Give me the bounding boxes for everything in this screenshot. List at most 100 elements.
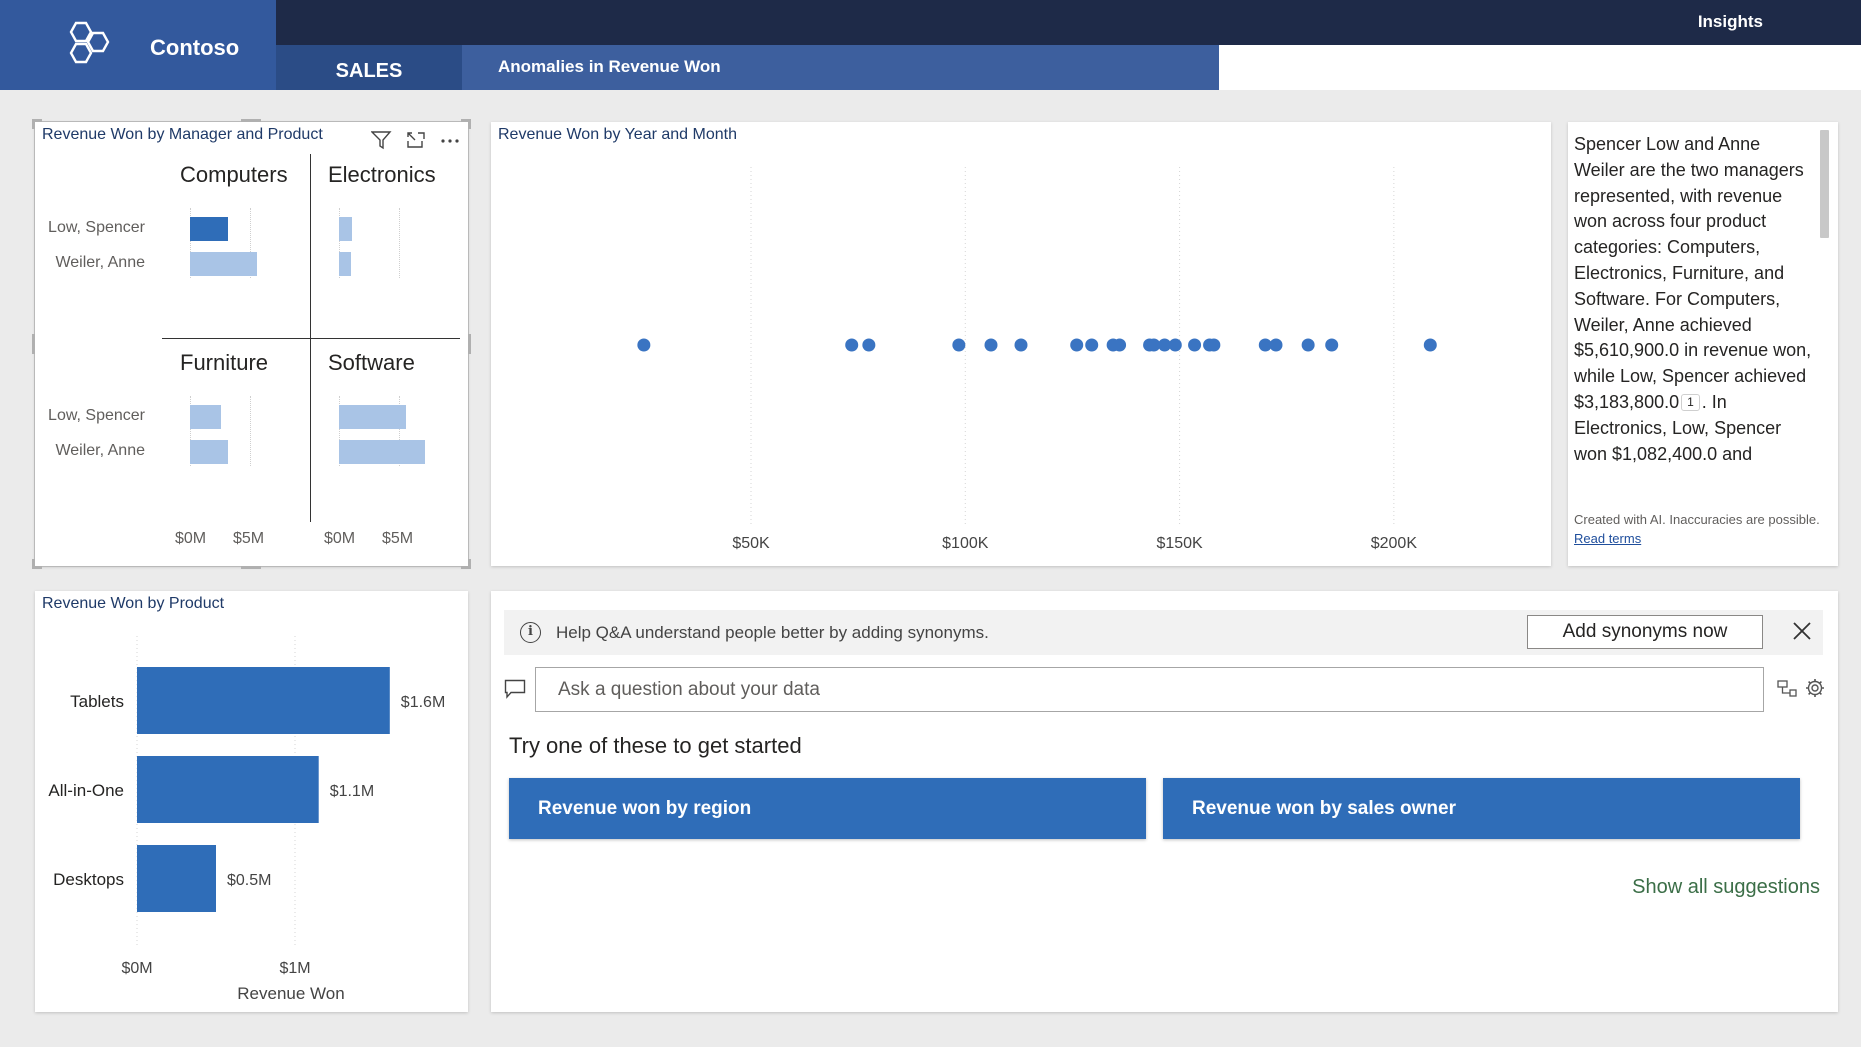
panel-title: Furniture bbox=[180, 350, 269, 375]
contoso-logo-icon bbox=[69, 21, 110, 64]
x-tick-label: $1M bbox=[279, 960, 310, 977]
more-options-icon[interactable] bbox=[438, 129, 462, 151]
data-point[interactable] bbox=[1325, 338, 1339, 352]
x-tick-label: $100K bbox=[942, 535, 989, 552]
resize-handle[interactable] bbox=[468, 119, 471, 129]
gear-icon[interactable] bbox=[1803, 677, 1827, 699]
info-icon: i bbox=[520, 622, 541, 643]
resize-handle[interactable] bbox=[32, 559, 35, 569]
data-point[interactable] bbox=[1014, 338, 1028, 352]
data-point[interactable] bbox=[984, 338, 998, 352]
data-point[interactable] bbox=[1168, 338, 1182, 352]
panel-title: Software bbox=[328, 350, 415, 375]
read-terms-link[interactable]: Read terms bbox=[1574, 531, 1641, 546]
narrative-text: Spencer Low and Anne Weiler are the two … bbox=[1574, 132, 1814, 492]
banner-text: Help Q&A understand people better by add… bbox=[556, 623, 989, 642]
gridline bbox=[250, 396, 251, 466]
manager-label: Low, Spencer bbox=[48, 407, 145, 424]
try-suggestions-title: Try one of these to get started bbox=[509, 733, 802, 758]
bar[interactable] bbox=[190, 252, 258, 276]
data-point[interactable] bbox=[1301, 338, 1315, 352]
suggestion-button[interactable]: Revenue won by sales owner bbox=[1163, 778, 1800, 839]
resize-handle[interactable] bbox=[468, 559, 471, 569]
axis-tick-label: $0M bbox=[324, 530, 356, 547]
insights-link[interactable]: Insights bbox=[1698, 12, 1763, 32]
reference-badge[interactable]: 1 bbox=[1681, 393, 1700, 411]
bar[interactable] bbox=[190, 217, 229, 241]
x-tick-label: $50K bbox=[732, 535, 770, 552]
axis-tick-label: $0M bbox=[175, 530, 207, 547]
category-label: Tablets bbox=[70, 692, 124, 711]
focus-mode-icon[interactable] bbox=[404, 129, 428, 151]
manager-label: Weiler, Anne bbox=[55, 254, 145, 271]
gridline bbox=[399, 208, 400, 278]
panel-title: Electronics bbox=[328, 162, 436, 187]
resize-handle[interactable] bbox=[32, 334, 35, 354]
tab-sales[interactable]: SALES bbox=[276, 45, 462, 90]
visual-header-tools bbox=[370, 129, 462, 151]
ai-disclaimer-text: Created with AI. Inaccuracies are possib… bbox=[1574, 512, 1820, 527]
add-synonyms-button[interactable]: Add synonyms now bbox=[1527, 615, 1763, 649]
visual-title: Revenue Won by Manager and Product bbox=[42, 126, 323, 143]
qa-question-input[interactable] bbox=[535, 667, 1764, 712]
visual-qa: i Help Q&A understand people better by a… bbox=[491, 591, 1838, 1012]
visual-revenue-by-year-month[interactable]: Revenue Won by Year and Month $50K $100K $… bbox=[491, 122, 1551, 566]
data-point[interactable] bbox=[1070, 338, 1084, 352]
data-point[interactable] bbox=[1423, 338, 1437, 352]
chat-icon bbox=[504, 679, 526, 699]
filter-icon[interactable] bbox=[370, 129, 394, 151]
data-point[interactable] bbox=[1207, 338, 1221, 352]
bar[interactable] bbox=[137, 845, 216, 912]
ai-disclaimer: Created with AI. Inaccuracies are possib… bbox=[1574, 510, 1824, 548]
manager-label: Weiler, Anne bbox=[55, 442, 145, 459]
tab-bar-empty-area bbox=[1219, 45, 1861, 90]
visual-smart-narrative[interactable]: Spencer Low and Anne Weiler are the two … bbox=[1568, 122, 1838, 566]
suggestion-button[interactable]: Revenue won by region bbox=[509, 778, 1146, 839]
bar[interactable] bbox=[339, 440, 426, 464]
resize-handle[interactable] bbox=[241, 119, 261, 122]
x-tick-label: $0M bbox=[121, 960, 152, 977]
resize-handle[interactable] bbox=[468, 334, 471, 354]
brand-name: Contoso bbox=[150, 35, 240, 60]
show-all-suggestions-link[interactable]: Show all suggestions bbox=[1632, 876, 1820, 899]
bar-chart: $0M $1M Tablets $1.6M All-in-One $1.1M Desktop… bbox=[48, 636, 445, 1003]
bar[interactable] bbox=[137, 667, 390, 734]
x-axis-title: Revenue Won bbox=[237, 984, 344, 1003]
data-point[interactable] bbox=[845, 338, 859, 352]
narrative-part: Spencer Low and Anne Weiler are the two … bbox=[1574, 134, 1812, 412]
narrative-scrollbar[interactable] bbox=[1820, 130, 1829, 238]
close-icon[interactable] bbox=[1788, 617, 1816, 645]
category-label: All-in-One bbox=[48, 781, 124, 800]
bar[interactable] bbox=[339, 217, 352, 241]
bar[interactable] bbox=[339, 252, 351, 276]
resize-handle[interactable] bbox=[32, 119, 35, 129]
turn-into-visual-icon[interactable] bbox=[1775, 677, 1799, 699]
synonyms-banner: i Help Q&A understand people better by a… bbox=[504, 610, 1823, 655]
resize-handle[interactable] bbox=[241, 566, 261, 569]
category-label: Desktops bbox=[53, 870, 124, 889]
data-point[interactable] bbox=[637, 338, 651, 352]
bar[interactable] bbox=[190, 440, 229, 464]
logo-block: Contoso bbox=[0, 0, 276, 90]
data-point[interactable] bbox=[1269, 338, 1283, 352]
visual-revenue-by-manager-product[interactable]: Revenue Won by Manager and Product Compu… bbox=[32, 119, 471, 569]
data-point[interactable] bbox=[1113, 338, 1127, 352]
x-tick-label: $150K bbox=[1156, 535, 1203, 552]
tab-anomalies-in-revenue-won[interactable]: Anomalies in Revenue Won bbox=[462, 45, 1219, 90]
axis-tick-label: $5M bbox=[233, 530, 265, 547]
data-label: $1.6M bbox=[401, 694, 445, 711]
visual-revenue-by-product[interactable]: Revenue Won by Product $0M $1M Tablets $1.6… bbox=[35, 591, 468, 1012]
data-label: $1.1M bbox=[330, 783, 374, 800]
bar[interactable] bbox=[339, 405, 407, 429]
manager-label: Low, Spencer bbox=[48, 219, 145, 236]
data-point[interactable] bbox=[1188, 338, 1202, 352]
axis-tick-label: $5M bbox=[382, 530, 414, 547]
bar[interactable] bbox=[137, 756, 319, 823]
top-bar: Insights bbox=[276, 0, 1861, 45]
panel-title: Computers bbox=[180, 162, 288, 187]
data-point[interactable] bbox=[952, 338, 966, 352]
panel-divider bbox=[162, 338, 460, 339]
data-point[interactable] bbox=[1085, 338, 1099, 352]
bar[interactable] bbox=[190, 405, 222, 429]
data-point[interactable] bbox=[862, 338, 876, 352]
